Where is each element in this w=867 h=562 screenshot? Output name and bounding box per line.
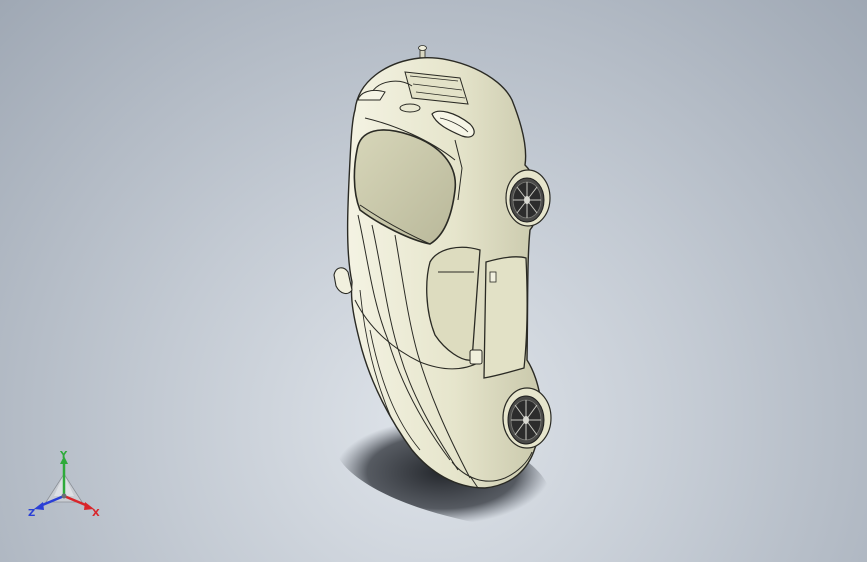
x-axis-label: X: [92, 508, 100, 519]
front-badge: [399, 103, 421, 113]
z-axis-arrowhead-icon: [34, 502, 44, 510]
graphics-viewport[interactable]: Y X Z: [0, 0, 867, 562]
side-mirror[interactable]: [333, 267, 353, 295]
door-handle-icon: [489, 271, 497, 283]
z-axis-label: Z: [28, 508, 35, 519]
seat-belt-clip: [469, 349, 483, 365]
rear-wheel[interactable]: [502, 387, 552, 449]
triad-origin: [61, 493, 67, 499]
orientation-triad[interactable]: Y X Z: [24, 448, 104, 528]
y-axis-label: Y: [59, 450, 68, 461]
door-panel[interactable]: [483, 256, 528, 379]
front-wheel[interactable]: [505, 169, 551, 227]
car-model-3d-view[interactable]: [0, 0, 867, 562]
